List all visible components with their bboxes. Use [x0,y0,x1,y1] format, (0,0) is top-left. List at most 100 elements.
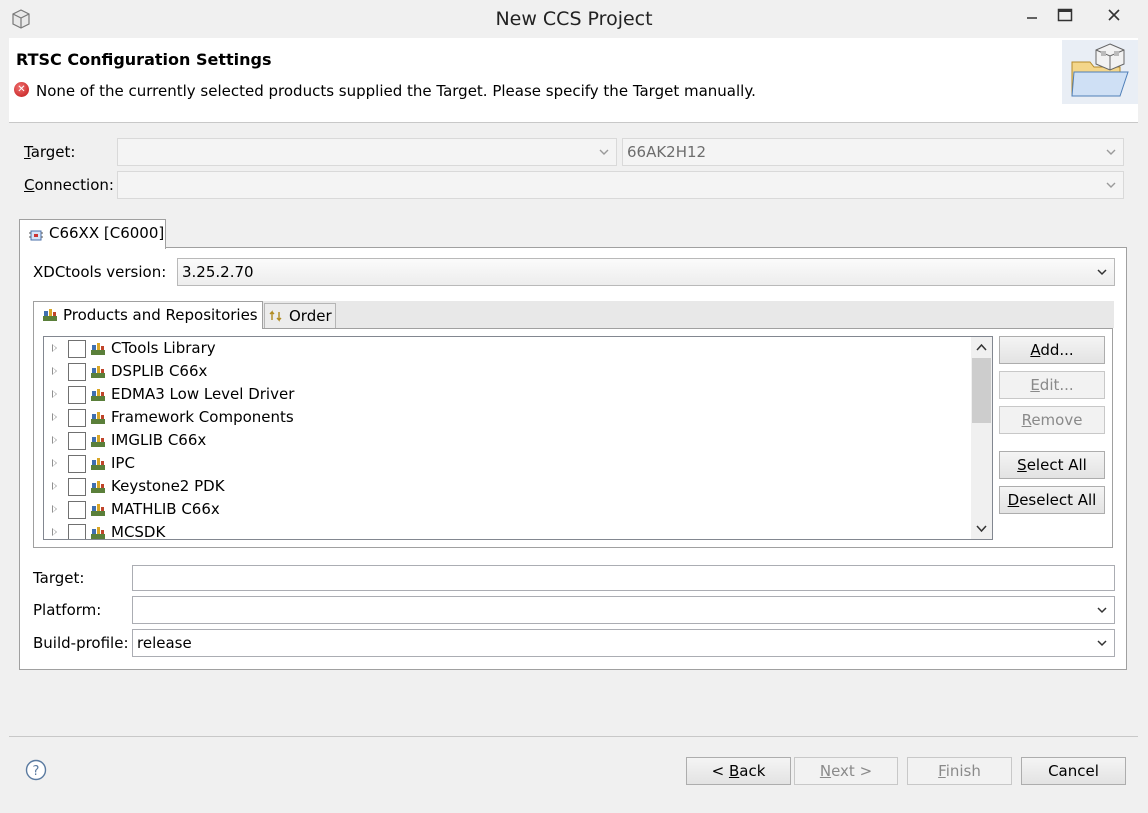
maximize-button[interactable] [1043,0,1087,30]
product-label: Keystone2 PDK [111,477,225,495]
error-message: None of the currently selected products … [36,82,756,100]
error-icon: ✕ [14,82,29,97]
package-icon [90,503,106,517]
window-title: New CCS Project [495,8,653,30]
chevron-down-icon [1097,607,1107,614]
chip-icon [29,230,43,241]
chevron-down-icon [1097,640,1107,647]
package-icon [43,309,57,321]
xdctools-value: 3.25.2.70 [182,263,254,281]
tree-item[interactable]: IMGLIB C66x [44,430,964,453]
package-icon [90,342,106,356]
platform-combo[interactable] [132,596,1115,624]
product-checkbox[interactable] [68,524,86,539]
product-label: Framework Components [111,408,294,426]
next-button[interactable]: Next > [794,757,898,785]
tree-item[interactable]: DSPLIB C66x [44,361,964,384]
product-checkbox[interactable] [68,478,86,496]
product-label: EDMA3 Low Level Driver [111,385,295,403]
expand-arrow-icon[interactable] [52,505,57,513]
platform-label: Platform: [33,601,102,619]
product-checkbox[interactable] [68,432,86,450]
chevron-down-icon [1106,149,1116,155]
target-label: Target: [24,143,76,161]
product-checkbox[interactable] [68,501,86,519]
tree-item[interactable]: EDMA3 Low Level Driver [44,384,964,407]
tab-device[interactable]: C66XX [C6000] [19,219,166,249]
close-icon [1108,9,1120,21]
tab-order[interactable]: Order [264,303,336,328]
expand-arrow-icon[interactable] [52,436,57,444]
build-profile-label: Build-profile: [33,634,129,652]
device-value: 66AK2H12 [627,143,707,161]
product-label: DSPLIB C66x [111,362,208,380]
close-button[interactable] [1090,0,1138,30]
tree-scrollbar[interactable] [971,337,992,539]
expand-arrow-icon[interactable] [52,367,57,375]
expand-arrow-icon[interactable] [52,344,57,352]
product-checkbox[interactable] [68,409,86,427]
package-icon [90,365,106,379]
package-icon [90,480,106,494]
scroll-up-icon[interactable] [976,342,987,353]
chevron-down-icon [1097,269,1107,276]
product-label: MCSDK [111,523,166,540]
remove-button[interactable]: Remove [999,406,1105,434]
expand-arrow-icon[interactable] [52,459,57,467]
tree-item[interactable]: Framework Components [44,407,964,430]
scroll-down-icon[interactable] [976,523,987,534]
target-combo[interactable] [117,138,617,166]
maximize-icon [1057,8,1073,22]
xdctools-label: XDCtools version: [33,263,167,281]
product-checkbox[interactable] [68,340,86,358]
help-icon[interactable]: ? [25,759,47,781]
tree-item[interactable]: CTools Library [44,338,964,361]
device-combo[interactable]: 66AK2H12 [622,138,1124,166]
build-profile-combo[interactable]: release [132,629,1115,657]
package-icon [90,434,106,448]
product-checkbox[interactable] [68,363,86,381]
package-icon [90,526,106,539]
select-all-button[interactable]: Select All [999,451,1105,479]
wizard-banner-icon [1062,40,1138,104]
expand-arrow-icon[interactable] [52,482,57,490]
rtsc-target-input[interactable] [132,565,1115,591]
product-checkbox[interactable] [68,386,86,404]
package-icon [90,388,106,402]
products-tree[interactable]: CTools Library DSPLIB C66x EDMA3 Low Level… [43,336,993,540]
expand-arrow-icon[interactable] [52,390,57,398]
expand-arrow-icon[interactable] [52,413,57,421]
scroll-thumb[interactable] [972,358,991,423]
edit-button[interactable]: Edit... [999,371,1105,399]
xdctools-version-select[interactable]: 3.25.2.70 [177,258,1115,286]
page-title: RTSC Configuration Settings [16,50,272,69]
product-checkbox[interactable] [68,455,86,473]
connection-combo[interactable] [117,171,1124,199]
back-button[interactable]: < Back [686,757,791,785]
product-label: CTools Library [111,339,216,357]
order-icon [269,310,282,322]
package-icon [90,457,106,471]
deselect-all-button[interactable]: Deselect All [999,486,1105,514]
product-label: MATHLIB C66x [111,500,220,518]
tree-item[interactable]: MATHLIB C66x [44,499,964,522]
cancel-button[interactable]: Cancel [1021,757,1126,785]
product-label: IMGLIB C66x [111,431,207,449]
footer-divider [9,736,1138,737]
tree-item[interactable]: IPC [44,453,964,476]
add-button[interactable]: Add... [999,336,1105,364]
package-icon [90,411,106,425]
rtsc-target-label: Target: [33,569,85,587]
expand-arrow-icon[interactable] [52,528,57,536]
tree-item[interactable]: Keystone2 PDK [44,476,964,499]
svg-text:?: ? [33,764,40,779]
finish-button[interactable]: Finish [907,757,1012,785]
minimize-icon [1027,17,1037,19]
tab-products-repositories[interactable]: Products and Repositories [33,301,263,329]
tree-item[interactable]: MCSDK [44,522,964,540]
chevron-down-icon [1106,182,1116,188]
product-label: IPC [111,454,135,472]
chevron-down-icon [599,149,609,155]
connection-label: Connection: [24,176,114,194]
build-profile-value: release [137,634,192,652]
